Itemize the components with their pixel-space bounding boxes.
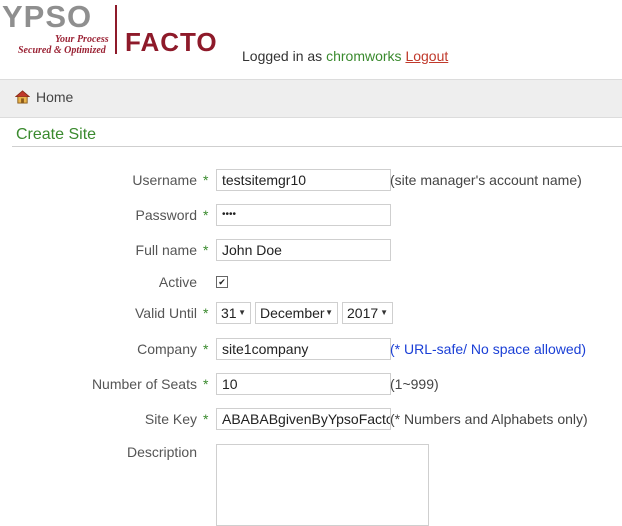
description-label: Description [126,444,197,460]
fullname-row: Full name * John Doe [0,239,622,263]
logo-facto: FACTO [125,27,218,57]
seats-input[interactable]: 10 [216,373,391,395]
required-mark: * [203,242,209,258]
company-hint: (* URL-safe/ No space allowed) [390,341,587,357]
home-icon [15,90,30,104]
seats-row: Number of Seats * 10 (1~999) [0,373,622,397]
logo-ypso: YPSO [2,0,93,34]
sitekey-hint: (* Numbers and Alphabets only) [390,411,588,427]
username-hint: (site manager's account name) [390,172,582,188]
sitekey-label: Site Key [144,411,197,427]
home-label: Home [36,89,74,105]
password-label: Password [135,207,197,223]
page-title: Create Site [16,126,97,143]
logged-in-text: Logged in as [242,48,327,64]
fullname-input[interactable]: John Doe [216,239,391,261]
company-label: Company [137,341,197,357]
sitekey-row: Site Key * ABABABgivenByYpsoFacto (* Num… [0,408,622,432]
year-value: 2017 [347,305,379,321]
required-mark: * [203,207,209,223]
sitekey-input[interactable]: ABABABgivenByYpsoFacto [216,408,391,430]
password-row: Password * •••• [0,204,622,228]
chevron-down-icon: ▼ [380,308,388,317]
login-info: Logged in as chromworks Logout [242,48,448,64]
active-label: Active [158,274,197,290]
month-value: December [260,305,325,321]
active-row: Active ✔ [0,271,622,295]
logo-tagline-2: Secured & Optimized [18,45,106,56]
company-input[interactable]: site1company [216,338,391,360]
description-row: Description [0,441,622,526]
seats-hint: (1~999) [390,376,439,392]
logo-tagline-1: Your Process [55,34,109,45]
password-input[interactable]: •••• [216,204,391,226]
month-select[interactable]: December ▼ [255,302,338,324]
username-label: Username [132,172,197,188]
day-value: 31 [221,305,237,321]
seats-label: Number of Seats [91,376,197,392]
required-mark: * [203,341,209,357]
required-mark: * [203,172,209,188]
username-row: Username * testsitemgr10 (site manager's… [0,169,622,193]
company-row: Company * site1company (* URL-safe/ No s… [0,338,622,362]
logout-link[interactable]: Logout [405,48,448,64]
logged-in-username: chromworks [326,48,402,64]
home-link[interactable]: Home [15,89,73,105]
fullname-label: Full name [135,242,197,258]
username-input[interactable]: testsitemgr10 [216,169,391,191]
year-select[interactable]: 2017 ▼ [342,302,393,324]
required-mark: * [203,376,209,392]
valid-until-row: Valid Until * 31 ▼ December ▼ 2017 ▼ [0,302,622,326]
active-checkbox[interactable]: ✔ [216,276,228,288]
required-mark: * [203,305,209,321]
chevron-down-icon: ▼ [325,308,333,317]
chevron-down-icon: ▼ [238,308,246,317]
description-textarea[interactable] [216,444,429,526]
required-mark: * [203,411,209,427]
nav-bar: Home [0,79,622,118]
valid-until-label: Valid Until [135,305,197,321]
logo-divider [115,5,117,54]
day-select[interactable]: 31 ▼ [216,302,251,324]
section-divider [12,146,622,147]
